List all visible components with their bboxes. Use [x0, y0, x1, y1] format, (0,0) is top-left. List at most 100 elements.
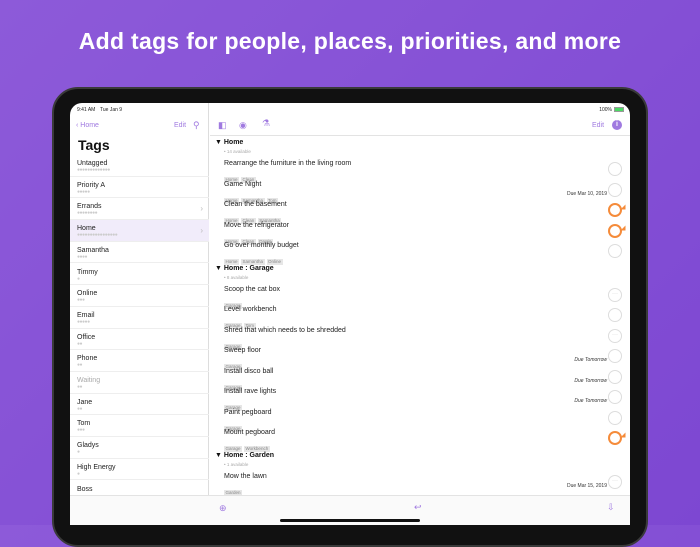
tag-label: Office — [77, 333, 96, 341]
task-title: Game Night — [224, 180, 262, 188]
home-indicator — [280, 519, 420, 522]
tag-label: Timmy — [77, 268, 98, 276]
task-row[interactable]: Mow the lawn Garden Due Mar 15, 2019 ··· — [224, 473, 624, 496]
tag-count-dots: ●● — [77, 340, 83, 347]
screen: 9:41 AM Tue Jan 9 100% ‹ Home Edit ⚲ Tag… — [70, 103, 630, 525]
tag-count-dots: ●● — [77, 362, 83, 369]
task-title: Move the refrigerator — [224, 221, 289, 229]
group-header[interactable]: ▼ Home : Garage — [215, 265, 274, 272]
undo-icon[interactable]: ↩ — [414, 502, 422, 513]
sidebar-item-tom[interactable]: Tom ●●● — [70, 415, 209, 438]
task-checkbox[interactable] — [608, 410, 622, 425]
task-row[interactable]: Install rave lights Garage Due Tomorrow — [224, 388, 624, 411]
task-checkbox[interactable]: ··· — [608, 474, 622, 489]
task-row[interactable]: Scoop the cat box Garage ··· — [224, 285, 624, 309]
sidebar-item-samantha[interactable]: Samantha ●●●● — [70, 242, 209, 264]
sidebar-item-email[interactable]: Email ●●●●● — [70, 307, 209, 329]
task-title: Rearrange the furniture in the living ro… — [224, 160, 352, 167]
tag-label: Jane — [77, 398, 93, 406]
headline: Add tags for people, places, priorities,… — [78, 28, 622, 54]
group-header[interactable]: ▼ Home : Garden — [215, 452, 274, 459]
tag-count-dots: ●●● — [77, 427, 85, 434]
task-row[interactable]: Install disco ball Garage Due Tomorrow — [224, 367, 624, 391]
task-checkbox[interactable] — [608, 349, 622, 363]
broom-icon[interactable]: ⚗ — [262, 118, 270, 129]
tag-label: Tom — [77, 420, 91, 428]
chevron-right-icon: › — [200, 204, 203, 214]
info-icon[interactable]: i — [612, 120, 622, 130]
task-checkbox[interactable] — [608, 244, 622, 258]
task-row[interactable]: Mount pegboard Garage Workbench — [224, 429, 624, 452]
tag-count-dots: ●●● — [77, 297, 85, 304]
tags-sidebar: ‹ Home Edit ⚲ Tags Untagged ●●●●●●●●●●●●●… — [70, 103, 209, 525]
due-date: Due Tomorrow — [574, 377, 607, 384]
tag-label: Errands — [77, 203, 102, 211]
sidebar-item-online[interactable]: Online ●●● — [70, 285, 209, 307]
tasks-pane: ◧ ◉ ⚗ Edit i ▼ Home • 14 available Rearran… — [210, 103, 630, 525]
back-button[interactable]: ‹ Home — [76, 122, 99, 129]
clean-up-icon[interactable]: ⚲ — [193, 120, 200, 131]
task-title: Go over monthly budget — [224, 242, 299, 249]
task-checkbox[interactable]: ··· — [608, 287, 622, 302]
tag-label: Waiting — [77, 377, 101, 384]
task-title: Paint pegboard — [224, 408, 272, 416]
group-availability: • 1 available — [224, 461, 249, 467]
task-row[interactable]: Game Night Home Samantha Tom Due Mar 10, 201… — [224, 180, 624, 204]
sidebar-item-phone[interactable]: Phone ●● — [70, 350, 209, 372]
sidebar-item-jane[interactable]: Jane ●● — [70, 394, 209, 416]
tag-count-dots: ● — [77, 275, 80, 282]
edit-button[interactable]: Edit — [174, 122, 186, 129]
task-checkbox[interactable]: ··· — [608, 328, 622, 343]
tag-label: Home — [77, 225, 96, 233]
tag-label: High Energy — [77, 463, 116, 471]
sidebar-item-untagged[interactable]: Untagged ●●●●●●●●●●●●● — [70, 155, 209, 177]
task-row[interactable]: Sweep floor Garage Due Tomorrow — [224, 347, 624, 370]
task-title: Install disco ball — [224, 367, 274, 375]
task-checkbox[interactable] — [608, 390, 622, 404]
sidebar-item-errands[interactable]: Errands ●●●●●●●● › — [70, 198, 209, 221]
eye-icon[interactable]: ◉ — [239, 120, 247, 131]
task-row[interactable]: Rearrange the furniture in the living ro… — [224, 160, 624, 183]
page-title: Tags — [78, 137, 110, 153]
task-checkbox[interactable] — [608, 308, 622, 322]
sidebar-item-priority-a[interactable]: Priority A ●●●●● — [70, 177, 209, 199]
task-checkbox[interactable] — [608, 182, 622, 197]
group-header[interactable]: ▼ Home — [215, 139, 243, 146]
task-row[interactable]: Go over monthly budget Home Samantha Online — [224, 242, 624, 265]
tag-label: Samantha — [77, 246, 109, 254]
task-row[interactable]: Level workbench Garage Tom — [224, 306, 624, 329]
task-checkbox[interactable] — [608, 369, 622, 384]
sidebar-item-timmy[interactable]: Timmy ● — [70, 264, 209, 286]
group-title: Home : Garage — [223, 264, 274, 272]
task-checkbox[interactable] — [608, 162, 622, 176]
tag-count-dots: ●● — [77, 405, 83, 412]
task-title: Scoop the cat box — [224, 285, 281, 293]
flagged-checkbox[interactable] — [608, 203, 622, 217]
tag-label: Phone — [77, 355, 98, 363]
task-row[interactable]: Move the refrigerator Home Clean Darrin — [224, 221, 624, 245]
sidebar-item-home[interactable]: Home ●●●●●●●●●●●●●●●● › — [70, 220, 209, 242]
toolbar: ◧ ◉ ⚗ Edit i — [210, 103, 630, 136]
edit-button[interactable]: Edit — [592, 122, 604, 129]
tag-count-dots: ●●●●●●●●●●●●● — [77, 167, 110, 173]
task-title: Clean the basement — [224, 201, 287, 208]
add-tag-icon[interactable]: ⊕ — [219, 503, 227, 514]
sidebar-item-waiting[interactable]: Waiting ●● — [70, 372, 209, 394]
tag-count-dots: ●●●● — [77, 253, 88, 260]
task-row[interactable]: Clean the basement Home Clean Samantha — [224, 201, 624, 224]
sidebar-item-office[interactable]: Office ●● — [70, 329, 209, 351]
tag-label: Online — [77, 290, 98, 298]
inbox-icon[interactable]: ⇩ — [607, 502, 615, 513]
tag-label: Gladys — [77, 442, 99, 450]
flagged-checkbox[interactable] — [608, 431, 622, 445]
sidebar-item-gladys[interactable]: Gladys ● — [70, 437, 209, 459]
tag-count-dots: ●● — [77, 384, 83, 390]
flagged-checkbox[interactable] — [608, 223, 622, 238]
tag-count-dots: ●●●●●●●●●●●●●●●● — [77, 232, 118, 239]
task-row[interactable]: Shred that which needs to be shredded Gar… — [224, 327, 624, 350]
task-row[interactable]: Paint pegboard Garage — [224, 408, 624, 432]
sidebar-item-high-energy[interactable]: High Energy ● — [70, 459, 209, 481]
group-title: Home : Garden — [223, 451, 275, 459]
task-title: Level workbench — [224, 306, 277, 313]
sidebar-toggle-icon[interactable]: ◧ — [218, 120, 227, 131]
